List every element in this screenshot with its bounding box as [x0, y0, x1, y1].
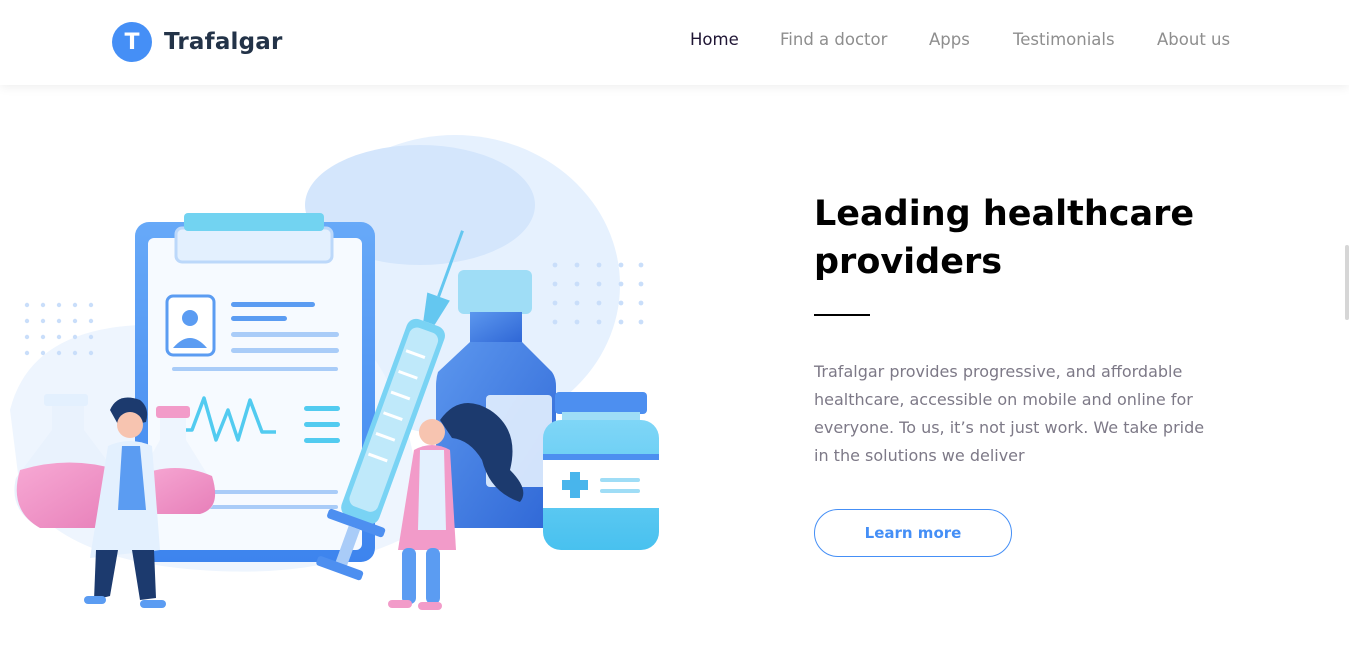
nav-link-home[interactable]: Home: [690, 30, 739, 49]
healthcare-illustration: [10, 135, 659, 610]
hero-title-line-1: Leading healthcare: [814, 194, 1195, 234]
nav-link-find-a-doctor[interactable]: Find a doctor: [780, 30, 887, 49]
learn-more-button[interactable]: Learn more: [814, 509, 1012, 557]
main-nav: Home Find a doctor Apps Testimonials Abo…: [0, 30, 1349, 54]
nav-link-about-us[interactable]: About us: [1157, 30, 1230, 49]
medicine-jar-icon: [543, 392, 659, 550]
hero-title-line-2: providers: [814, 242, 1003, 282]
hero-title: Leading healthcare providers: [814, 190, 1234, 286]
title-divider: [814, 314, 870, 316]
top-navigation-bar: T Trafalgar Home Find a doctor Apps Test…: [0, 0, 1349, 85]
scrollbar-thumb[interactable]: [1345, 245, 1349, 320]
nav-link-testimonials[interactable]: Testimonials: [1013, 30, 1115, 49]
hero-description: Trafalgar provides progressive, and affo…: [814, 362, 1205, 465]
nav-link-apps[interactable]: Apps: [929, 30, 970, 49]
